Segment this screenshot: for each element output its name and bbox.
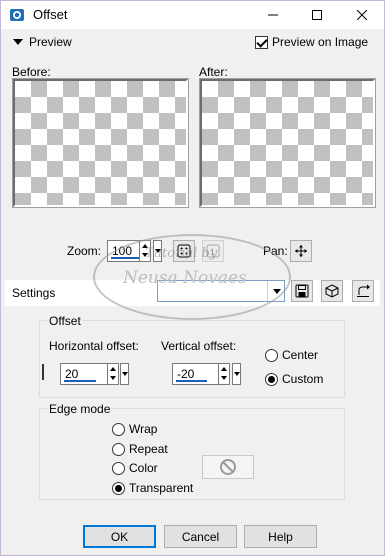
reset-button[interactable]	[352, 280, 374, 302]
offset-dialog: Offset Preview Preview on Image Before: …	[0, 0, 385, 556]
after-label: After:	[199, 65, 228, 79]
zoom-input[interactable]: 100	[107, 240, 151, 262]
preview-toggle[interactable]: Preview	[13, 35, 72, 49]
horizontal-offset-dropdown[interactable]	[120, 363, 129, 385]
edge-mode-color[interactable]: Color	[112, 461, 158, 475]
pan-button[interactable]	[290, 240, 312, 262]
chevron-down-icon	[267, 281, 284, 301]
offset-mode-custom[interactable]: Custom	[265, 372, 323, 386]
randomize-button[interactable]	[321, 280, 343, 302]
offset-group-title: Offset	[47, 314, 83, 328]
horizontal-input-underline	[64, 380, 96, 382]
center-radio[interactable]	[265, 348, 278, 362]
repeat-radio[interactable]	[112, 442, 125, 456]
transparent-radio[interactable]	[112, 481, 125, 495]
collapse-arrow-icon	[13, 39, 23, 45]
zoom-spinner[interactable]	[139, 241, 150, 261]
actual-size-icon: 1	[206, 244, 220, 258]
preview-on-image-checkbox[interactable]	[255, 35, 268, 49]
wrap-radio[interactable]	[112, 422, 125, 436]
color-label: Color	[129, 461, 158, 475]
custom-radio[interactable]	[265, 372, 278, 386]
color-radio[interactable]	[112, 461, 125, 475]
preview-on-image-option[interactable]: Preview on Image	[255, 35, 368, 49]
center-label: Center	[282, 348, 319, 362]
dice-icon	[325, 284, 339, 298]
edge-mode-group-title: Edge mode	[47, 402, 113, 416]
link-offsets-checkbox[interactable]	[42, 364, 44, 380]
maximize-button[interactable]	[295, 1, 339, 29]
preview-on-image-label: Preview on Image	[272, 35, 369, 49]
vertical-offset-value: -20	[177, 367, 195, 381]
save-icon	[295, 284, 309, 298]
vertical-offset-input[interactable]: -20	[172, 363, 230, 385]
zoom-label: Zoom:	[67, 244, 102, 258]
settings-label: Settings	[12, 286, 56, 300]
window-title: Offset	[33, 7, 68, 22]
vertical-offset-dropdown[interactable]	[232, 363, 241, 385]
edge-mode-repeat[interactable]: Repeat	[112, 442, 168, 456]
zoom-value: 100	[112, 244, 133, 258]
edge-mode-transparent[interactable]: Transparent	[112, 481, 193, 495]
custom-label: Custom	[282, 372, 324, 386]
close-button[interactable]	[340, 1, 384, 29]
edge-color-swatch[interactable]	[202, 455, 254, 479]
before-preview[interactable]	[12, 78, 189, 208]
vertical-offset-spinner[interactable]	[218, 364, 229, 384]
pan-label: Pan:	[263, 244, 288, 258]
edge-mode-wrap[interactable]: Wrap	[112, 422, 157, 436]
fit-window-icon	[177, 244, 191, 258]
before-label: Before:	[12, 65, 51, 79]
zoom-fit-button[interactable]	[173, 240, 195, 262]
vertical-input-underline	[176, 380, 207, 382]
horizontal-offset-input[interactable]: 20	[60, 363, 119, 385]
preview-toggle-label: Preview	[29, 35, 72, 49]
close-icon	[357, 10, 367, 20]
help-button[interactable]: Help	[244, 525, 317, 548]
vertical-offset-label: Vertical offset:	[161, 339, 237, 353]
after-preview[interactable]	[199, 78, 376, 208]
minimize-icon	[268, 14, 278, 16]
ok-button[interactable]: OK	[83, 525, 156, 548]
cancel-button[interactable]: Cancel	[164, 525, 237, 548]
title-bar[interactable]: Offset	[1, 1, 384, 29]
repeat-label: Repeat	[129, 442, 168, 456]
transparent-label: Transparent	[129, 481, 194, 495]
maximize-icon	[312, 10, 322, 20]
no-color-icon	[220, 459, 236, 475]
minimize-button[interactable]	[251, 1, 295, 29]
wrap-label: Wrap	[129, 422, 158, 436]
save-preset-button[interactable]	[291, 280, 313, 302]
svg-text:1: 1	[210, 247, 215, 257]
preset-select[interactable]	[157, 280, 285, 302]
horizontal-offset-spinner[interactable]	[107, 364, 118, 384]
reset-icon	[357, 284, 370, 297]
horizontal-offset-value: 20	[65, 367, 79, 381]
pan-move-icon	[295, 245, 307, 257]
app-icon	[9, 7, 25, 23]
offset-mode-center[interactable]: Center	[265, 348, 318, 362]
zoom-actual-button[interactable]: 1	[202, 240, 224, 262]
zoom-dropdown[interactable]	[153, 240, 162, 262]
horizontal-offset-label: Horizontal offset:	[49, 339, 139, 353]
